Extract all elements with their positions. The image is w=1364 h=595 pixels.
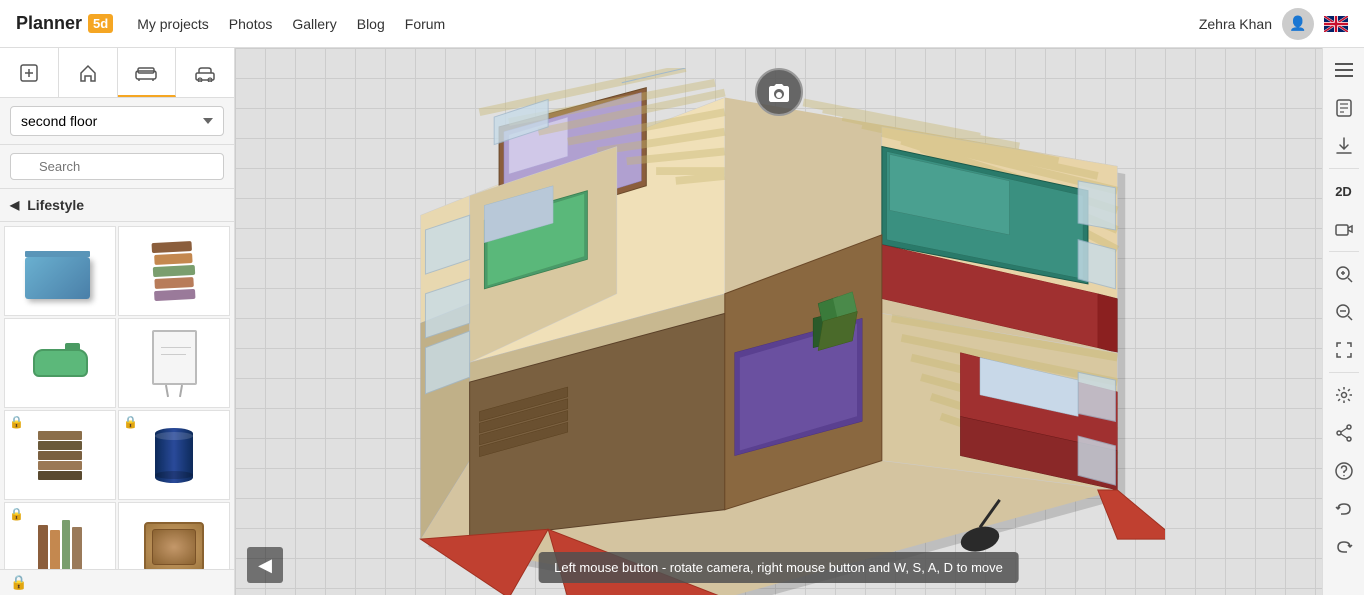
search-input[interactable] — [10, 153, 224, 180]
avatar[interactable]: 👤 — [1282, 8, 1314, 40]
right-sidebar: 2D — [1322, 48, 1364, 595]
redo-button[interactable] — [1326, 529, 1362, 565]
floor-select[interactable]: first floor second floor third floor — [10, 106, 224, 136]
logo-text: Planner — [16, 13, 82, 34]
canvas-area[interactable]: ◀ Left mouse button - rotate camera, rig… — [235, 48, 1322, 595]
user-name: Zehra Khan — [1199, 16, 1272, 32]
left-sidebar: first floor second floor third floor 🔍 ◀… — [0, 48, 235, 595]
lock-icon: 🔒 — [9, 415, 24, 429]
list-item[interactable] — [118, 226, 230, 316]
category-arrow-icon: ◀ — [10, 198, 19, 212]
item-image — [139, 515, 209, 570]
zoom-out-button[interactable] — [1326, 294, 1362, 330]
floor-plan-svg — [265, 68, 1165, 595]
back-button[interactable]: ◀ — [247, 547, 283, 583]
home-button[interactable] — [59, 48, 118, 97]
list-item[interactable] — [118, 502, 230, 569]
bottom-lock-icon: 🔒 — [10, 574, 27, 591]
nav-gallery[interactable]: Gallery — [292, 16, 336, 32]
list-item[interactable]: 🔒 — [4, 410, 116, 500]
tooltip-text: Left mouse button - rotate camera, right… — [554, 560, 1003, 575]
help-button[interactable] — [1326, 453, 1362, 489]
logo-box: 5d — [88, 14, 113, 33]
nav-right: Zehra Khan 👤 — [1199, 8, 1348, 40]
list-item[interactable]: 🔒 — [118, 410, 230, 500]
files-button[interactable] — [1326, 90, 1362, 126]
floor-selector-wrapper: first floor second floor third floor — [0, 98, 234, 145]
nav-forum[interactable]: Forum — [405, 16, 445, 32]
nav-links: My projects Photos Gallery Blog Forum — [137, 16, 1175, 32]
lock-icon: 🔒 — [9, 507, 24, 521]
main-layout: first floor second floor third floor 🔍 ◀… — [0, 48, 1364, 595]
top-nav: Planner 5d My projects Photos Gallery Bl… — [0, 0, 1364, 48]
fit-screen-button[interactable] — [1326, 332, 1362, 368]
undo-button[interactable] — [1326, 491, 1362, 527]
language-flag[interactable] — [1324, 16, 1348, 32]
new-button[interactable] — [0, 48, 59, 97]
item-image — [139, 239, 209, 304]
divider-1 — [1329, 168, 1359, 169]
lock-icon: 🔒 — [123, 415, 138, 429]
category-header[interactable]: ◀ Lifestyle — [0, 189, 234, 222]
nav-blog[interactable]: Blog — [357, 16, 385, 32]
item-image — [139, 423, 209, 488]
nav-my-projects[interactable]: My projects — [137, 16, 209, 32]
objects-button[interactable] — [176, 48, 234, 97]
nav-photos[interactable]: Photos — [229, 16, 273, 32]
item-image — [25, 423, 95, 488]
share-button[interactable] — [1326, 415, 1362, 451]
2d-label: 2D — [1335, 184, 1352, 199]
item-image — [25, 331, 95, 396]
item-image — [25, 515, 95, 570]
list-item[interactable] — [4, 318, 116, 408]
divider-2 — [1329, 251, 1359, 252]
zoom-in-button[interactable] — [1326, 256, 1362, 292]
list-item[interactable]: 🔒 — [4, 502, 116, 569]
search-row: 🔍 — [0, 145, 234, 189]
item-image — [25, 239, 95, 304]
screenshot-button[interactable] — [755, 68, 803, 116]
download-button[interactable] — [1326, 128, 1362, 164]
furniture-button[interactable] — [118, 48, 177, 97]
2d-view-button[interactable]: 2D — [1326, 173, 1362, 209]
list-item[interactable] — [118, 318, 230, 408]
settings-button[interactable] — [1326, 377, 1362, 413]
camera-view-button[interactable] — [1326, 211, 1362, 247]
list-item[interactable] — [4, 226, 116, 316]
tooltip-bar: Left mouse button - rotate camera, right… — [538, 552, 1019, 583]
items-grid: 🔒 🔒 — [0, 222, 234, 569]
divider-3 — [1329, 372, 1359, 373]
toolbar-row — [0, 48, 234, 98]
item-image — [139, 331, 209, 396]
search-wrap: 🔍 — [10, 153, 224, 180]
category-label: Lifestyle — [27, 197, 84, 213]
hamburger-button[interactable] — [1326, 52, 1362, 88]
logo[interactable]: Planner 5d — [16, 13, 113, 34]
canvas-background: ◀ Left mouse button - rotate camera, rig… — [235, 48, 1322, 595]
